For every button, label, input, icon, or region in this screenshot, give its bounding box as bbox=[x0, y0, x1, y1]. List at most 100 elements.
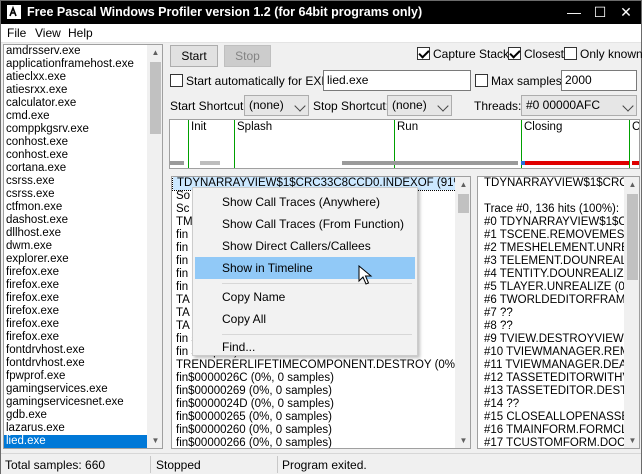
process-list-item[interactable]: lied.exe bbox=[4, 435, 147, 448]
menu-find[interactable]: Find... bbox=[195, 336, 415, 358]
menu-file[interactable]: File bbox=[7, 26, 26, 40]
process-list-item[interactable]: firefox.exe bbox=[4, 331, 147, 344]
scroll-down-icon[interactable]: ▼ bbox=[456, 433, 470, 448]
tree-row[interactable]: fin$00000266 (0%, 0 samples) bbox=[172, 437, 470, 448]
process-list-item[interactable]: dwm.exe bbox=[4, 240, 147, 253]
process-list-item[interactable]: firefox.exe bbox=[4, 318, 147, 331]
stop-shortcut-select[interactable]: (none) bbox=[387, 95, 452, 116]
process-list-item[interactable]: fpwprof.exe bbox=[4, 370, 147, 383]
trace-row[interactable]: #5 TLAYER.UNREALIZE (0 sa bbox=[478, 281, 639, 294]
process-list-item[interactable]: explorer.exe bbox=[4, 253, 147, 266]
closest-checkbox[interactable] bbox=[508, 47, 521, 60]
trace-row[interactable]: #2 TMESHELEMENT.UNREAL bbox=[478, 242, 639, 255]
process-list-item[interactable]: dllhost.exe bbox=[4, 227, 147, 240]
tree-scrollbar[interactable]: ▲ ▼ bbox=[455, 177, 470, 448]
process-list-item[interactable]: applicationframehost.exe bbox=[4, 58, 147, 71]
capture-stack-checkbox[interactable] bbox=[417, 47, 430, 60]
tree-row[interactable]: fin$0000024D (0%, 0 samples) bbox=[172, 398, 470, 411]
process-list-item[interactable]: csrss.exe bbox=[4, 188, 147, 201]
process-list-scrollbar[interactable]: ▲ ▼ bbox=[147, 45, 162, 448]
trace-row[interactable]: #15 CLOSEALLOPENASSETE bbox=[478, 411, 639, 424]
timeline[interactable]: Init Splash Run Closing Cl bbox=[169, 119, 640, 169]
process-list-item[interactable]: atieclxx.exe bbox=[4, 71, 147, 84]
process-list-item[interactable]: comppkgsrv.exe bbox=[4, 123, 147, 136]
process-list-item[interactable]: firefox.exe bbox=[4, 305, 147, 318]
trace-row[interactable]: #12 TASSETEDITORWITHVIE bbox=[478, 372, 639, 385]
process-list-item[interactable]: firefox.exe bbox=[4, 279, 147, 292]
scroll-thumb[interactable] bbox=[627, 194, 638, 280]
trace-row[interactable]: #4 TENTITY.DOUNREALIZE ( bbox=[478, 268, 639, 281]
process-list-item[interactable]: atiesrxx.exe bbox=[4, 84, 147, 97]
menu-copy-all[interactable]: Copy All bbox=[195, 308, 415, 330]
process-list-item[interactable]: cortana.exe bbox=[4, 162, 147, 175]
trace-row[interactable]: TDYNARRAYVIEW$1$CRC33C bbox=[478, 177, 639, 190]
process-list-item[interactable]: lazarus.exe bbox=[4, 422, 147, 435]
process-list-item[interactable]: gdb.exe bbox=[4, 409, 147, 422]
process-list-item[interactable]: conhost.exe bbox=[4, 149, 147, 162]
trace-row[interactable]: #7 ?? bbox=[478, 307, 639, 320]
tree-row[interactable]: fin$0000026C (0%, 0 samples) bbox=[172, 372, 470, 385]
exe-input[interactable]: lied.exe bbox=[323, 70, 471, 91]
menu-show-direct-callers-callees[interactable]: Show Direct Callers/Callees bbox=[195, 235, 415, 257]
horizontal-splitter[interactable] bbox=[169, 170, 640, 174]
menu-copy-name[interactable]: Copy Name bbox=[195, 286, 415, 308]
maximize-button[interactable]: ☐ bbox=[587, 1, 613, 24]
trace-row[interactable]: Trace #0, 136 hits (100%): bbox=[478, 203, 639, 216]
tree-row[interactable]: fin$00000265 (0%, 0 samples) bbox=[172, 411, 470, 424]
scroll-thumb[interactable] bbox=[150, 62, 161, 134]
process-list-item[interactable]: gamingservices.exe bbox=[4, 383, 147, 396]
max-samples-input[interactable]: 2000 bbox=[561, 70, 637, 91]
process-list-item[interactable]: fontdrvhost.exe bbox=[4, 357, 147, 370]
trace-row[interactable]: #0 TDYNARRAYVIEW$1$CRC3 bbox=[478, 216, 639, 229]
tree-row[interactable]: TRENDERERLIFETIMECOMPONENT.DESTROY (0%, … bbox=[172, 359, 470, 372]
scroll-thumb[interactable] bbox=[458, 194, 469, 213]
menu-help[interactable]: Help bbox=[68, 26, 93, 40]
menu-show-call-traces-from-function[interactable]: Show Call Traces (From Function) bbox=[195, 213, 415, 235]
trace-row[interactable]: #13 TASSETEDITOR.DESTRO bbox=[478, 385, 639, 398]
trace-row[interactable]: #16 TMAINFORM.FORMCLO bbox=[478, 424, 639, 437]
only-known-checkbox[interactable] bbox=[564, 47, 577, 60]
menu-show-in-timeline[interactable]: Show in Timeline bbox=[195, 257, 415, 279]
trace-row[interactable] bbox=[478, 190, 639, 203]
scroll-down-icon[interactable]: ▼ bbox=[625, 433, 639, 448]
trace-row[interactable]: #17 TCUSTOMFORM.DOCLO bbox=[478, 437, 639, 448]
process-list-item[interactable]: fontdrvhost.exe bbox=[4, 344, 147, 357]
scroll-up-icon[interactable]: ▲ bbox=[148, 45, 162, 60]
process-list[interactable]: amdrsserv.exe applicationframehost.exe ati… bbox=[4, 45, 147, 448]
process-list-item[interactable]: csrss.exe bbox=[4, 175, 147, 188]
process-list-item[interactable]: firefox.exe bbox=[4, 292, 147, 305]
max-samples-checkbox[interactable] bbox=[475, 74, 488, 87]
process-list-item[interactable]: firefox.exe bbox=[4, 266, 147, 279]
scroll-up-icon[interactable]: ▲ bbox=[625, 177, 639, 192]
start-shortcut-select[interactable]: (none) bbox=[244, 95, 309, 116]
trace-row[interactable]: #1 TSCENE.REMOVEMESH (0 bbox=[478, 229, 639, 242]
process-list-item[interactable]: amdrsserv.exe bbox=[4, 45, 147, 58]
trace-row[interactable]: #6 TWORLDEDITORFRAME.I bbox=[478, 294, 639, 307]
tree-row[interactable]: fin$00000260 (0%, 0 samples) bbox=[172, 424, 470, 437]
start-auto-checkbox[interactable] bbox=[170, 74, 183, 87]
process-list-item[interactable]: dashost.exe bbox=[4, 214, 147, 227]
start-button[interactable]: Start bbox=[170, 45, 218, 67]
scroll-up-icon[interactable]: ▲ bbox=[456, 177, 470, 192]
stop-button[interactable]: Stop bbox=[224, 45, 271, 67]
trace-row[interactable]: #11 TVIEWMANAGER.DEAL bbox=[478, 359, 639, 372]
trace-row[interactable]: #3 TELEMENT.DOUNREALIZE bbox=[478, 255, 639, 268]
process-list-item[interactable]: conhost.exe bbox=[4, 136, 147, 149]
menu-show-call-traces-anywhere[interactable]: Show Call Traces (Anywhere) bbox=[195, 191, 415, 213]
menu-view[interactable]: View bbox=[35, 26, 61, 40]
process-list-item[interactable]: calculator.exe bbox=[4, 97, 147, 110]
minimize-button[interactable]: — bbox=[561, 1, 587, 24]
process-list-item[interactable]: cmd.exe bbox=[4, 110, 147, 123]
trace-row[interactable]: #10 TVIEWMANAGER.REMO bbox=[478, 346, 639, 359]
trace-panel[interactable]: TDYNARRAYVIEW$1$CRC33C Trace #0, 136 hits… bbox=[477, 176, 640, 449]
trace-row[interactable]: #9 TVIEW.DESTROYVIEWCO bbox=[478, 333, 639, 346]
process-list-item[interactable]: ctfmon.exe bbox=[4, 201, 147, 214]
vertical-splitter[interactable] bbox=[164, 45, 168, 449]
close-button[interactable]: ✕ bbox=[613, 1, 639, 24]
trace-row[interactable]: #14 ?? bbox=[478, 398, 639, 411]
scroll-down-icon[interactable]: ▼ bbox=[148, 433, 162, 448]
threads-select[interactable]: #0 00000AFC bbox=[521, 95, 637, 116]
tree-row[interactable]: fin$00000269 (0%, 0 samples) bbox=[172, 385, 470, 398]
process-list-item[interactable]: gamingservicesnet.exe bbox=[4, 396, 147, 409]
trace-scrollbar[interactable]: ▲ ▼ bbox=[624, 177, 639, 448]
